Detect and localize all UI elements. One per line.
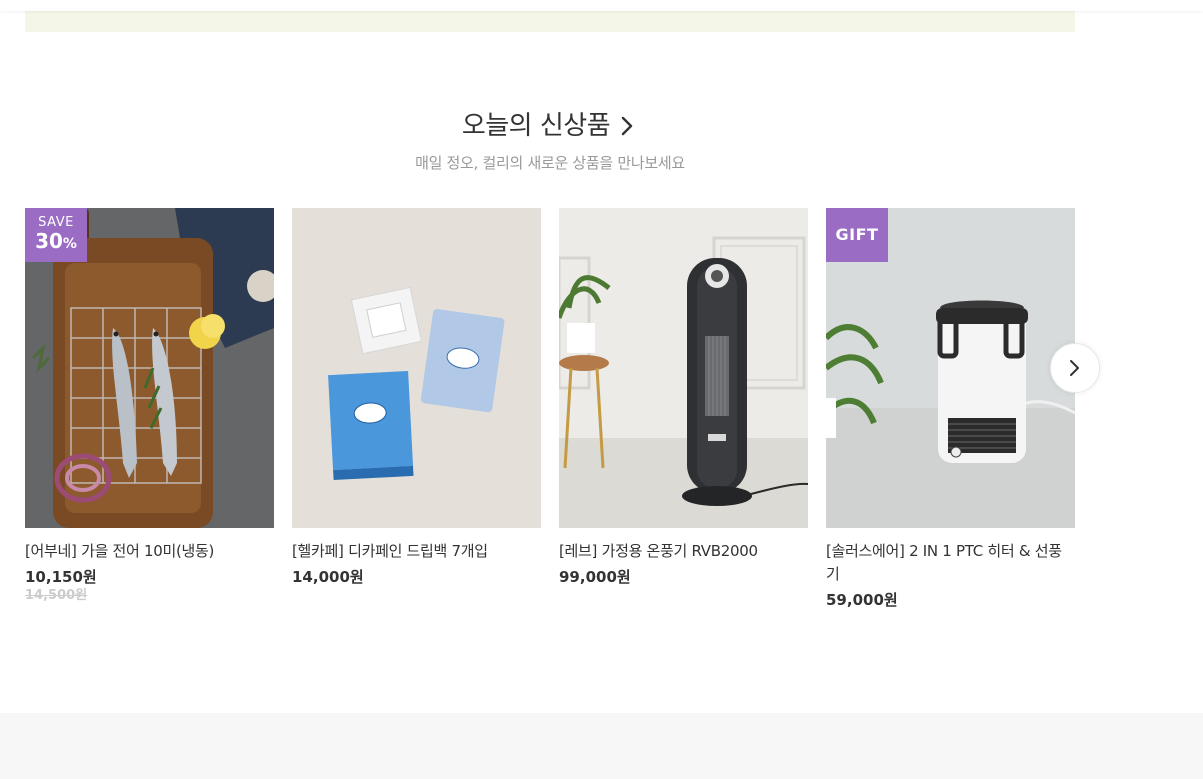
gift-badge: GIFT xyxy=(826,208,888,262)
product-image[interactable]: GIFT xyxy=(826,208,1075,528)
product-price: 10,150원 xyxy=(25,568,97,586)
product-name[interactable]: [어부네] 가을 전어 10미(냉동) xyxy=(25,540,274,563)
product-price: 99,000원 xyxy=(559,568,631,586)
product-card[interactable]: SAVE 30% [어부네] 가을 전어 10미(냉동) 10,150원 14,… xyxy=(25,208,274,628)
product-card[interactable]: [레브] 가정용 온풍기 RVB2000 99,000원 xyxy=(559,208,808,628)
product-image[interactable]: SAVE 30% xyxy=(25,208,274,528)
product-card[interactable]: GIFT [솔러스에어] 2 IN 1 PTC 히터 & 선풍기 59,000원 xyxy=(826,208,1075,628)
product-name[interactable]: [레브] 가정용 온풍기 RVB2000 xyxy=(559,540,808,563)
product-carousel: SAVE 30% [어부네] 가을 전어 10미(냉동) 10,150원 14,… xyxy=(25,208,1075,628)
section-title[interactable]: 오늘의 신상품 xyxy=(0,108,1100,144)
chevron-right-icon xyxy=(621,116,633,136)
product-name[interactable]: [솔러스에어] 2 IN 1 PTC 히터 & 선풍기 xyxy=(826,540,1075,586)
discount-value: 30% xyxy=(35,229,77,253)
product-original-price: 14,500원 xyxy=(25,588,88,603)
product-image[interactable] xyxy=(559,208,808,528)
product-card[interactable]: [헬카페] 디카페인 드립백 7개입 14,000원 xyxy=(292,208,541,628)
footer-section xyxy=(0,713,1203,779)
chevron-right-icon xyxy=(1070,360,1079,376)
gift-label: GIFT xyxy=(835,225,879,244)
section-title-text: 오늘의 신상품 xyxy=(461,111,611,141)
product-price: 14,000원 xyxy=(292,568,364,586)
product-image[interactable] xyxy=(292,208,541,528)
product-price: 59,000원 xyxy=(826,591,898,609)
discount-label: SAVE xyxy=(38,215,74,230)
section-subtitle: 매일 정오, 컬리의 새로운 상품을 만나보세요 xyxy=(415,154,685,172)
discount-badge: SAVE 30% xyxy=(25,208,87,262)
carousel-next-button[interactable] xyxy=(1050,343,1100,393)
heater-photo xyxy=(559,208,808,528)
header-bar xyxy=(0,0,1203,11)
section-title-link[interactable]: 오늘의 신상품 xyxy=(462,108,638,144)
product-name[interactable]: [헬카페] 디카페인 드립백 7개입 xyxy=(292,540,541,563)
dripbag-photo xyxy=(292,208,541,528)
